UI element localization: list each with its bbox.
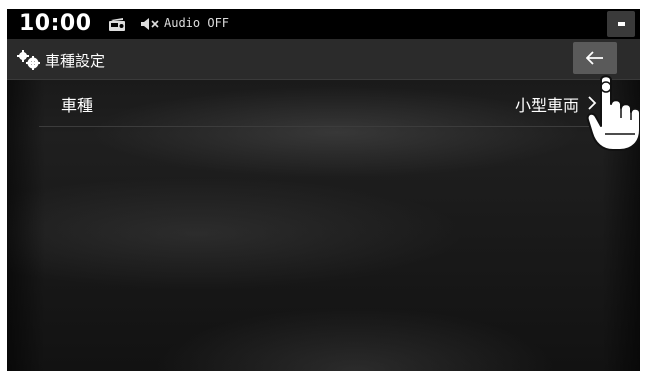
arrow-left-icon bbox=[586, 51, 603, 65]
pointing-hand-icon bbox=[586, 75, 640, 151]
vehicle-type-row[interactable]: 車種 小型車両 bbox=[39, 80, 609, 127]
speaker-mute-icon bbox=[141, 18, 159, 30]
minus-icon bbox=[618, 22, 625, 26]
fm-radio-icon bbox=[109, 18, 125, 31]
row-label: 車種 bbox=[61, 98, 94, 115]
clock: 10:00 bbox=[19, 11, 92, 36]
gear-icon bbox=[17, 50, 40, 70]
row-value: 小型車両 bbox=[514, 98, 579, 115]
screen: 10:00 Audio OFF 車種設定 車種 小型車両 bbox=[7, 9, 640, 371]
status-bar: 10:00 Audio OFF bbox=[7, 9, 640, 39]
audio-status: Audio OFF bbox=[164, 16, 230, 30]
page-title: 車種設定 bbox=[45, 53, 106, 70]
back-button[interactable] bbox=[573, 42, 617, 74]
header-bar: 車種設定 bbox=[7, 39, 640, 80]
menu-button[interactable] bbox=[607, 11, 635, 37]
